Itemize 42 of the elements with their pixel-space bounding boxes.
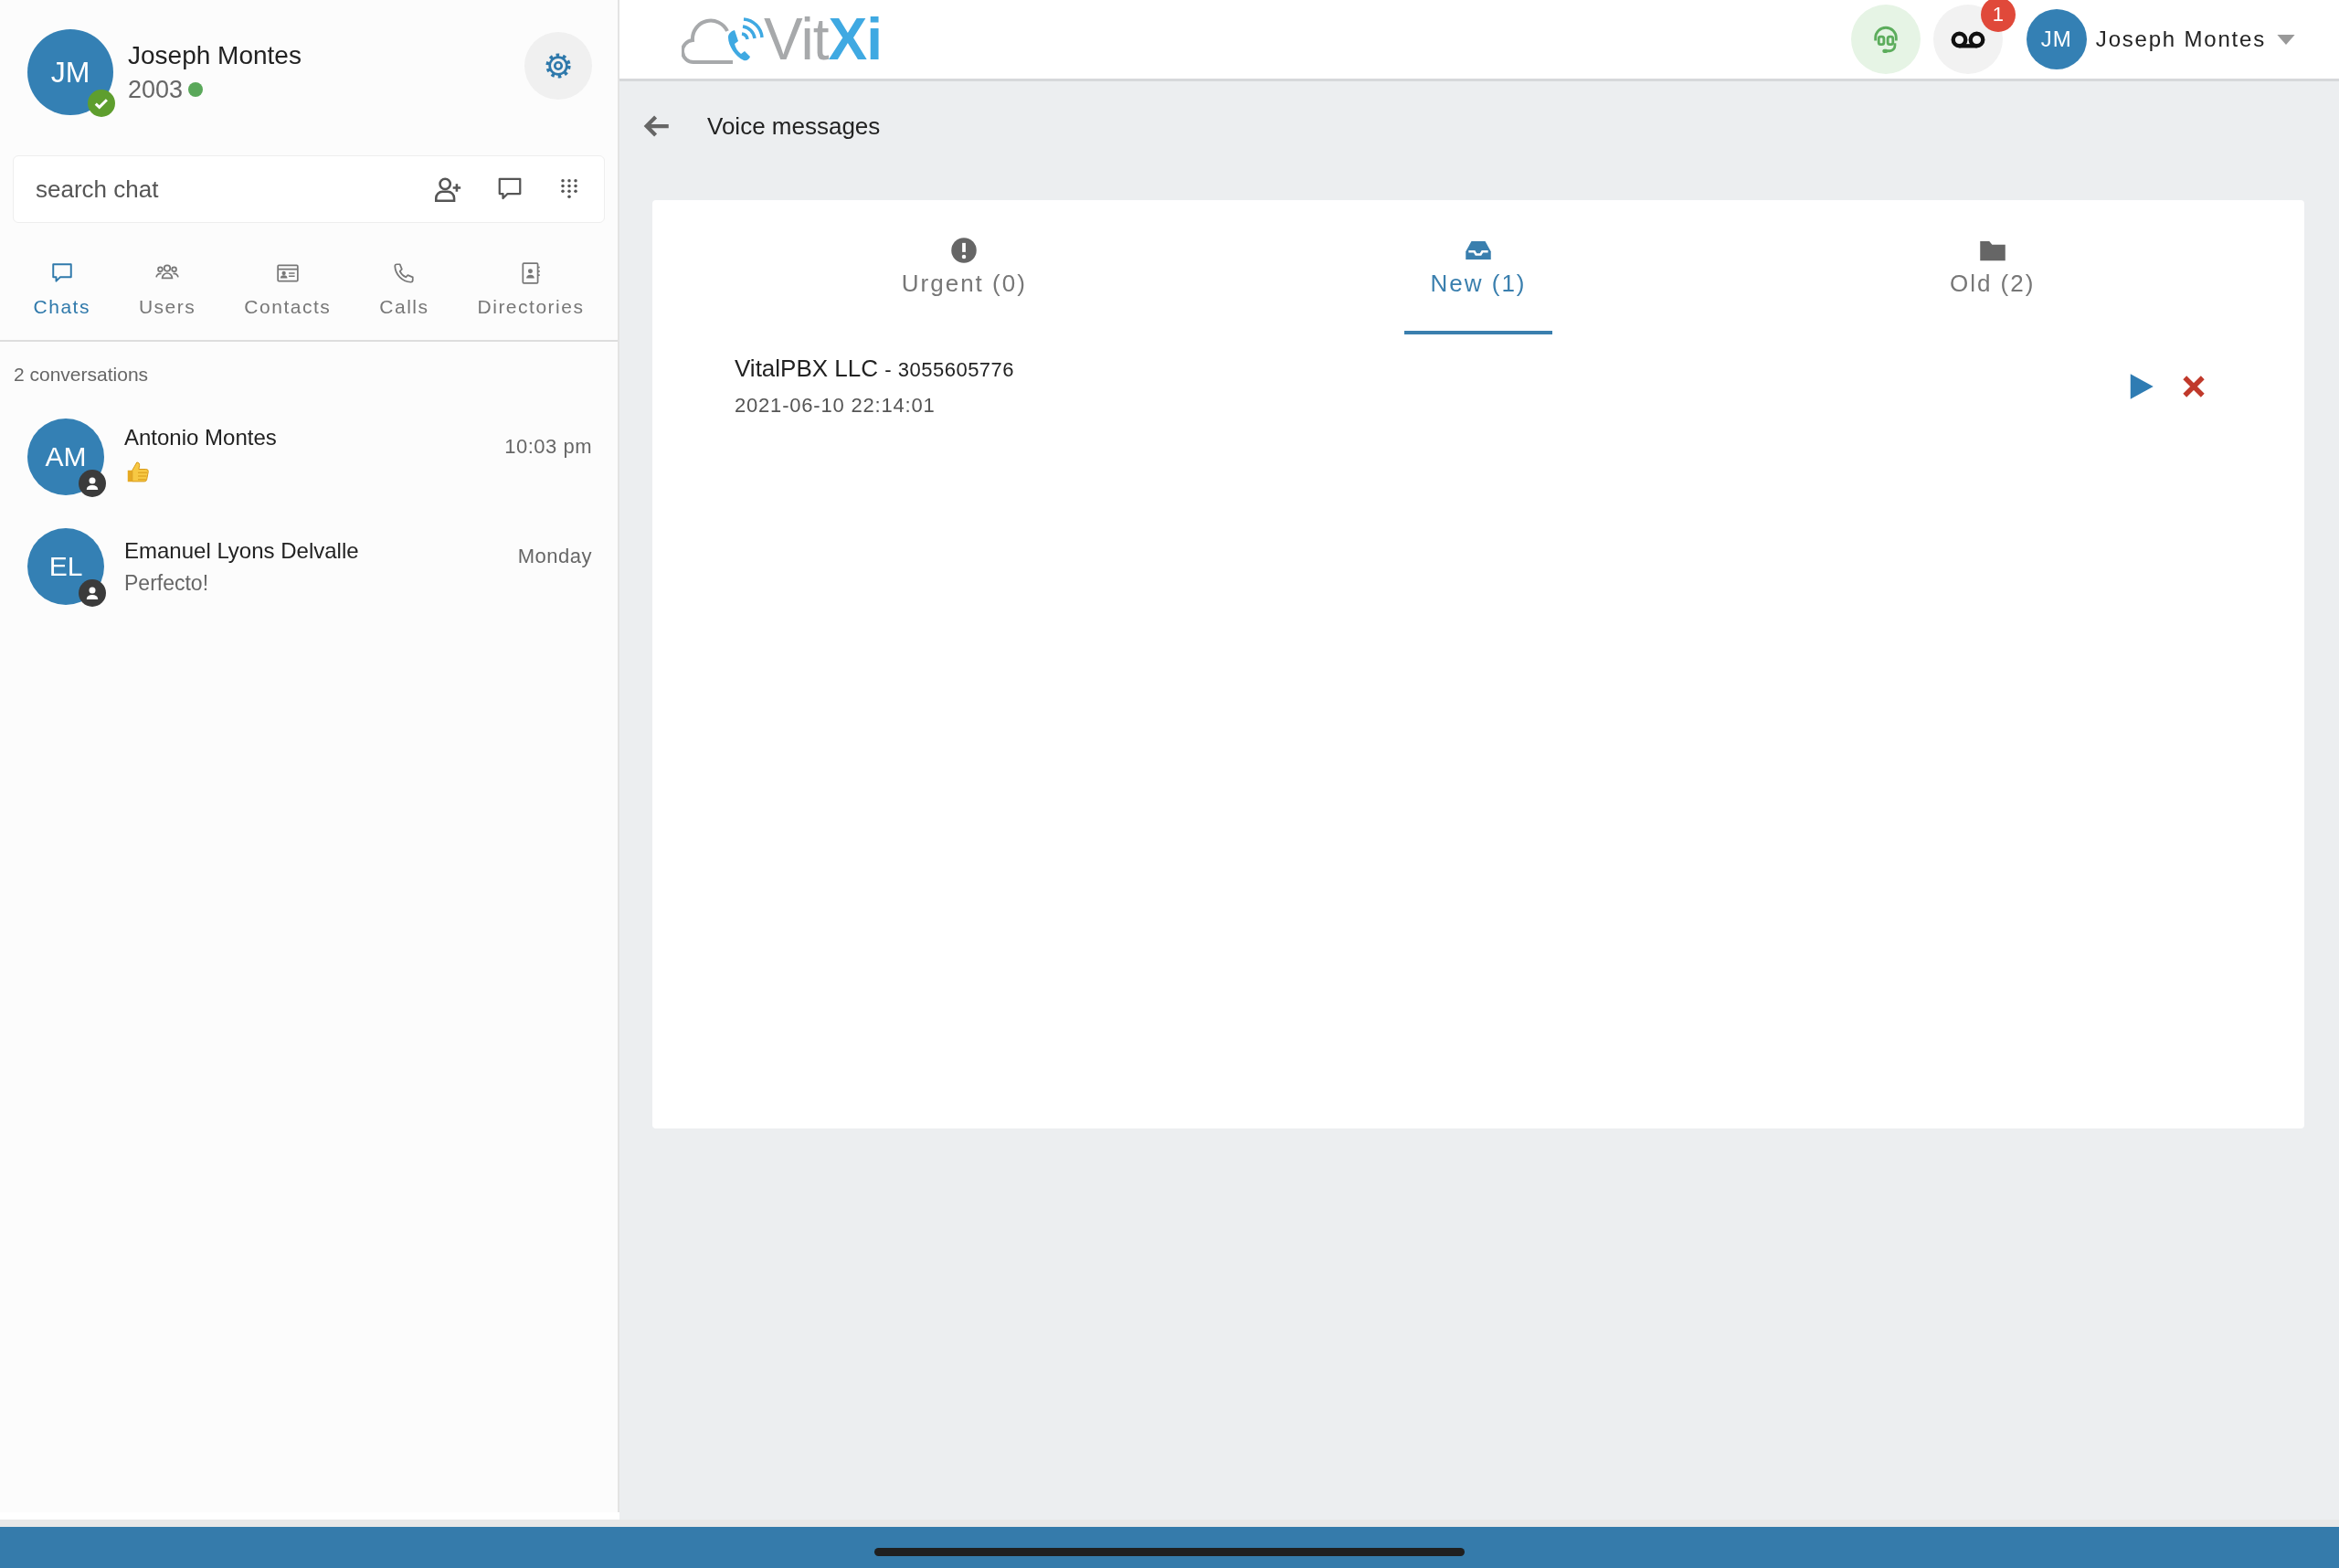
contact-avatar[interactable]: AM — [27, 418, 104, 495]
message-time: Monday — [517, 545, 592, 568]
caller-name: VitalPBX LLC - 3055605776 — [735, 355, 1016, 383]
voicemail-tab[interactable]: Urgent (0) — [875, 200, 1053, 334]
sidebar-tab[interactable]: Directories — [473, 261, 588, 325]
user-name: Joseph Montes — [128, 40, 302, 70]
person-icon — [79, 470, 106, 497]
avatar-initials: JM — [2040, 26, 2072, 52]
sidebar-tab[interactable]: Chats — [29, 261, 94, 325]
chat-bubble-icon — [49, 261, 74, 285]
settings-icon — [544, 51, 573, 80]
close-icon — [2182, 374, 2206, 398]
voicemail-icon — [1950, 30, 1985, 48]
caret-icon — [2277, 34, 2295, 45]
conversation-count: 2 conversations — [13, 363, 150, 386]
voicemail-tab[interactable]: New (1) — [1404, 200, 1552, 334]
contact-name[interactable]: Emanuel Lyons Delvalle — [124, 537, 518, 564]
voicemail-tab[interactable]: Old (2) — [1923, 200, 2061, 334]
search-bar[interactable]: search chat — [13, 155, 605, 223]
avatar-initials: JM — [50, 55, 90, 90]
person-icon — [79, 579, 106, 607]
search-field[interactable]: search chat — [34, 174, 399, 205]
page-title: Voice messages — [707, 111, 881, 141]
logo-text: Vit — [764, 10, 829, 69]
message-time: 10:03 pm — [504, 435, 592, 459]
notification-badge: 1 — [1980, 0, 2016, 32]
avatar-initials: EL — [48, 551, 83, 582]
contact-avatar[interactable]: EL — [27, 528, 104, 605]
message-date: 2021-06-10 22:14:01 — [735, 394, 937, 418]
phone-icon — [392, 261, 417, 285]
last-message: Perfecto! — [124, 570, 210, 596]
user-extension: 2003 — [128, 75, 184, 104]
user-menu[interactable]: Joseph Montes — [2095, 26, 2295, 52]
exclamation-circle-icon — [950, 237, 979, 264]
contact-name[interactable]: Antonio Montes — [124, 425, 505, 450]
sidebar-tab[interactable]: Users — [134, 261, 200, 325]
avatar-initials: AM — [45, 441, 87, 472]
sidebar-tab[interactable]: Calls — [376, 261, 433, 325]
sidebar-tab[interactable]: Contacts — [240, 261, 335, 325]
contact-card-icon — [275, 261, 300, 285]
logo-text: Xi — [828, 10, 882, 69]
delete-button[interactable] — [2182, 374, 2206, 398]
